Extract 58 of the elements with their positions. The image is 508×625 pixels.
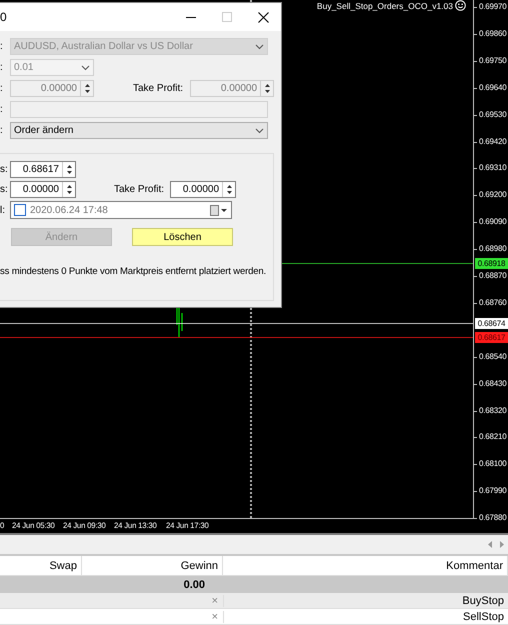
price-label: 0.69310 (479, 162, 507, 174)
smiley-icon (455, 0, 466, 11)
price-label: 0.68210 (479, 431, 507, 444)
window-title: 0 (0, 10, 7, 24)
column-header[interactable]: Kommentar (223, 556, 508, 576)
field-label: Take Profit: (133, 83, 184, 94)
price-label: 0.68100 (479, 458, 507, 470)
info-text: ss mindestens 0 Punkte vom Marktpreis entfernt platziert werden. (0, 266, 268, 277)
operation-dropdown[interactable]: Order ändern (10, 122, 268, 139)
spin-arrows-icon[interactable] (62, 182, 75, 197)
column-header[interactable]: Swap (0, 556, 82, 576)
take-profit-field[interactable]: 0.00000 (170, 181, 236, 198)
field-label: : (0, 62, 4, 73)
price-label: 0.69860 (479, 28, 507, 40)
price-label: 0.69640 (479, 82, 507, 94)
price-label: 0.69420 (479, 136, 507, 148)
caret-icon (81, 64, 90, 70)
calendar-icon[interactable] (210, 204, 228, 216)
price-label: 0.67990 (479, 485, 507, 498)
price-label: 0.68870 (479, 270, 507, 282)
spin-arrows-icon[interactable] (62, 162, 75, 177)
field-label: Take Profit: (114, 184, 164, 195)
price-label: 0.68320 (479, 404, 507, 416)
candle-drawing (176, 305, 183, 337)
price-field[interactable]: 0.68617 (10, 161, 76, 178)
price-marker: 0.68918 (475, 258, 508, 269)
field-label: : (0, 125, 4, 136)
price-label: 0.68430 (479, 378, 507, 390)
indicator-label: Buy_Sell_Stop_Orders_OCO_v1.03 (316, 0, 453, 10)
price-label: 0.69090 (479, 216, 507, 228)
field-label: l: (0, 204, 6, 216)
delete-button[interactable]: Löschen (132, 228, 233, 246)
price-marker: 0.68617 (475, 332, 508, 343)
table-cell: SellStop (223, 610, 508, 622)
expiry-checkbox[interactable] (14, 204, 26, 216)
price-label: 0.69200 (479, 189, 507, 202)
price-label: 0.68980 (479, 243, 507, 256)
close-icon[interactable] (258, 12, 268, 22)
price-marker: 0.68674 (475, 318, 508, 329)
price-label: 0.69970 (479, 1, 507, 13)
field-label: : (0, 41, 4, 52)
profit-total: 0.00 (182, 578, 206, 590)
price-label: 0.69530 (479, 108, 507, 121)
field-label: s: (0, 184, 9, 195)
column-header[interactable]: Gewinn (82, 556, 223, 576)
stop-loss-field[interactable]: 0.00000 (10, 181, 76, 198)
table-cell: BuyStop (223, 594, 508, 606)
price-label: 0.67880 (479, 512, 507, 524)
caret-icon (255, 44, 264, 50)
price-label: 0.69750 (479, 54, 507, 67)
caret-icon (255, 128, 264, 134)
close-order-icon[interactable]: × (212, 610, 218, 622)
field-label: s: (0, 164, 9, 175)
field-label: : (0, 83, 4, 94)
expiry-date-field[interactable]: 2020.06.24 17:48 (10, 201, 232, 219)
price-label: 0.68540 (479, 350, 507, 363)
field-label: : (0, 104, 4, 115)
price-label: 0.68760 (479, 296, 507, 309)
